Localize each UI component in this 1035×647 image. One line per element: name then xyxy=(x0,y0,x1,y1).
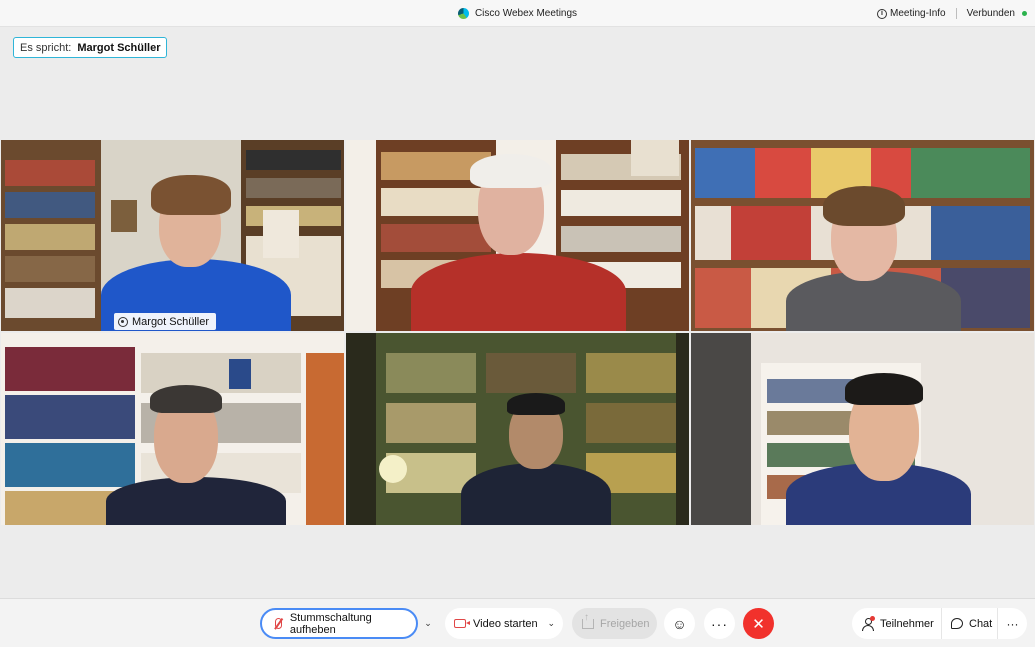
more-panels-button[interactable]: ··· xyxy=(997,608,1027,639)
video-off-icon xyxy=(454,619,470,628)
title-right-group: i Meeting-Info Verbunden xyxy=(877,0,1027,27)
title-bar: Cisco Webex Meetings i Meeting-Info Verb… xyxy=(0,0,1035,27)
speaking-prefix: Es spricht: xyxy=(20,41,72,54)
unmute-label: Stummschaltung aufheben xyxy=(289,611,372,636)
video-tile-3[interactable] xyxy=(691,140,1034,331)
share-button[interactable]: Freigeben xyxy=(572,608,657,639)
connection-status: Verbunden xyxy=(967,8,1027,19)
leave-meeting-button[interactable]: ✕ xyxy=(743,608,774,639)
video-label: Video starten xyxy=(473,617,538,630)
app-title: Cisco Webex Meetings xyxy=(474,8,578,19)
smiley-icon: ☺ xyxy=(672,615,687,632)
meeting-info-label: Meeting-Info xyxy=(890,8,946,19)
notification-dot-icon xyxy=(870,615,875,621)
participants-button[interactable]: Teilnehmer xyxy=(852,608,941,639)
participant-hair xyxy=(470,154,552,188)
muted-microphone-icon xyxy=(275,618,282,629)
participant-body xyxy=(411,253,626,331)
unmute-button[interactable]: Stummschaltung aufheben xyxy=(260,608,418,639)
chevron-down-icon[interactable]: ⌄ xyxy=(547,618,555,629)
participant-hair xyxy=(151,175,231,215)
chevron-down-icon: ⌄ xyxy=(424,618,432,628)
participant-name: Margot Schüller xyxy=(132,315,210,328)
participants-label: Teilnehmer xyxy=(880,617,934,630)
active-speaker-badge: Es spricht: Margot Schüller xyxy=(13,37,168,58)
close-icon: ✕ xyxy=(752,615,765,633)
participant-hair xyxy=(507,393,565,415)
audio-options-chevron[interactable]: ⌄ xyxy=(419,608,437,639)
divider xyxy=(955,8,957,19)
share-label: Freigeben xyxy=(600,617,650,630)
ellipsis-icon: ··· xyxy=(711,615,728,632)
chat-label: Chat xyxy=(969,617,993,630)
participants-icon xyxy=(862,615,875,631)
reactions-button[interactable]: ☺ xyxy=(664,608,695,639)
video-tile-6[interactable] xyxy=(691,333,1034,525)
video-tile-1[interactable]: Margot Schüller xyxy=(1,140,344,331)
participant-hair xyxy=(150,385,222,413)
status-label: Verbunden xyxy=(966,8,1015,19)
status-dot-icon xyxy=(1022,11,1027,16)
video-tile-4[interactable] xyxy=(1,333,344,525)
meeting-info-button[interactable]: i Meeting-Info xyxy=(877,8,946,19)
participant-name-label: Margot Schüller xyxy=(114,313,217,330)
info-icon: i xyxy=(877,8,888,19)
ellipsis-icon: ··· xyxy=(1006,616,1019,631)
start-video-button[interactable]: Video starten ⌄ xyxy=(445,608,563,639)
participant-body xyxy=(106,477,286,525)
video-tile-5[interactable] xyxy=(346,333,689,525)
speaking-name: Margot Schüller xyxy=(77,41,161,54)
participant-hair xyxy=(823,186,905,226)
speaking-audio-icon xyxy=(118,316,128,327)
chat-bubble-icon xyxy=(951,618,963,629)
meeting-controls-bar: Stummschaltung aufheben ⌄ Video starten … xyxy=(0,598,1035,647)
participant-hair xyxy=(845,373,923,405)
share-icon xyxy=(582,612,594,629)
webex-logo-icon xyxy=(457,8,469,19)
video-tile-2[interactable] xyxy=(346,140,689,331)
participant-body xyxy=(461,463,611,525)
more-options-button[interactable]: ··· xyxy=(704,608,735,639)
chat-button[interactable]: Chat xyxy=(941,608,997,639)
